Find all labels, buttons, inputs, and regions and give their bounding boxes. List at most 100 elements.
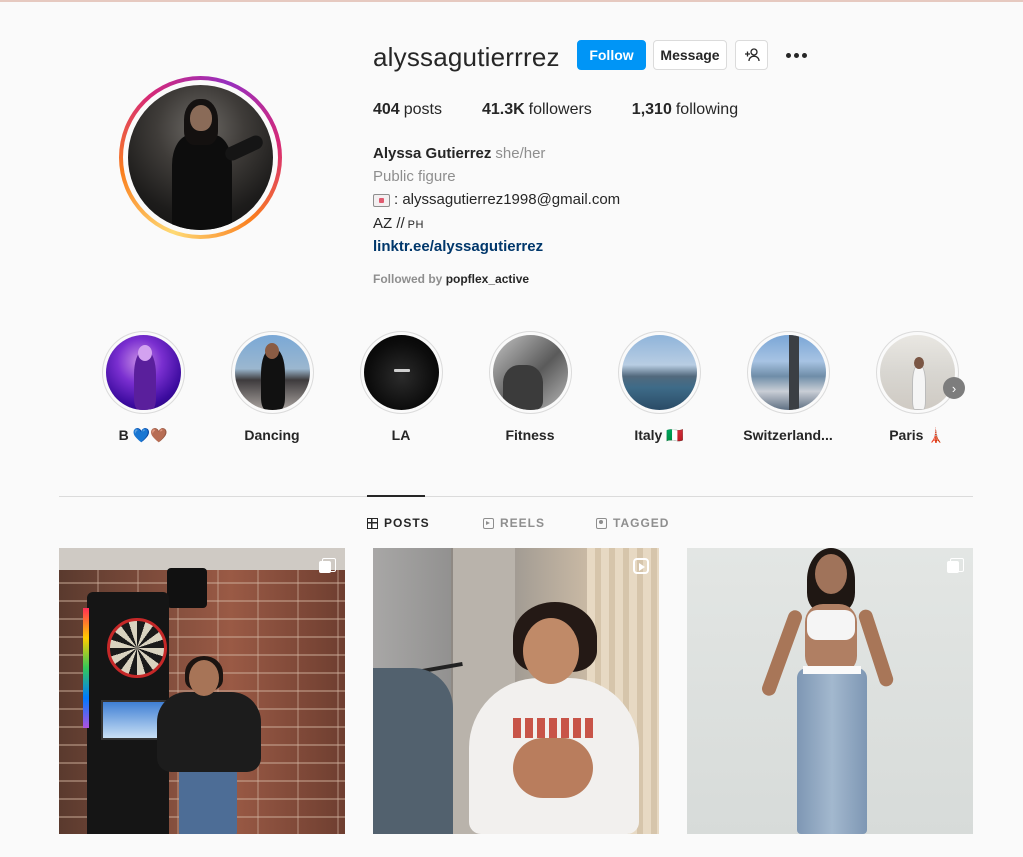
highlight-label: LA <box>391 427 411 443</box>
more-options-button[interactable] <box>781 40 811 70</box>
tab-reels[interactable]: REELS <box>483 516 545 530</box>
highlight-figure <box>502 365 543 410</box>
highlight-label: Fitness <box>505 427 555 443</box>
multiple-photos-icon <box>947 558 964 574</box>
highlight-dancing[interactable]: Dancing <box>217 331 327 443</box>
highlight-figure-head <box>137 345 152 361</box>
highlight-cover <box>750 335 826 410</box>
post-person-head <box>189 660 219 696</box>
tab-posts[interactable]: POSTS <box>367 516 430 530</box>
highlight-figure-head <box>264 343 279 359</box>
highlight-cover <box>492 335 568 410</box>
highlight-label: Paris 🗼 <box>889 427 945 443</box>
highlight-light <box>393 369 410 372</box>
tab-tagged[interactable]: TAGGED <box>596 516 669 530</box>
tagged-icon <box>596 517 607 529</box>
profile-username: alyssagutierrrez <box>373 42 560 72</box>
email-envelope-icon <box>373 193 390 207</box>
highlight-figure-head <box>913 357 924 369</box>
highlight-ring <box>746 331 830 414</box>
highlight-cover <box>234 335 310 410</box>
highlight-la[interactable]: LA <box>346 331 456 443</box>
avatar-photo <box>128 85 273 230</box>
posts-count-value: 404 <box>373 101 400 118</box>
avatar-figure-arm <box>222 133 266 163</box>
highlight-ring <box>230 331 314 414</box>
highlight-switzerland[interactable]: Switzerland... <box>733 331 843 443</box>
add-user-icon <box>744 48 760 62</box>
follow-button[interactable]: Follow <box>577 40 646 70</box>
bio-external-link[interactable]: linktr.ee/alyssagutierrez <box>373 238 543 256</box>
post-thumbnail[interactable] <box>59 548 345 834</box>
reel-icon <box>633 558 649 574</box>
bio-name-line: Alyssa Gutierrez she/her <box>373 145 545 163</box>
more-options-icon <box>785 52 807 58</box>
followed-by-prefix: Followed by <box>373 272 443 286</box>
highlight-cover <box>621 335 697 410</box>
post-ceiling <box>59 548 345 570</box>
highlight-label: Italy 🇮🇹 <box>634 427 684 443</box>
post-person-head <box>815 554 847 594</box>
highlight-cover <box>363 335 439 410</box>
highlight-ring <box>359 331 443 414</box>
bio-pronouns: she/her <box>495 145 546 162</box>
tabs-divider <box>59 496 973 497</box>
bio-email: : alyssagutierrez1998@gmail.com <box>394 191 621 208</box>
avatar-figure-head <box>190 105 212 131</box>
highlight-ring <box>875 331 959 414</box>
highlight-figure <box>911 365 926 410</box>
post-person-jeans <box>797 668 867 834</box>
profile-stats: 404 posts 41.3K followers 1,310 following <box>373 101 778 119</box>
followers-link[interactable]: 41.3K followers <box>482 101 592 119</box>
bio-location-suffix: PH <box>407 219 424 231</box>
followed-by-line[interactable]: Followed by popflex_active <box>373 272 529 286</box>
bio-full-name: Alyssa Gutierrez <box>373 145 492 162</box>
highlight-italy[interactable]: Italy 🇮🇹 <box>604 331 714 444</box>
tab-posts-label: POSTS <box>384 516 430 530</box>
highlights-next-arrow-icon[interactable]: › <box>943 377 965 399</box>
posts-count-label: posts <box>403 101 442 118</box>
tab-reels-label: REELS <box>500 516 546 530</box>
highlight-cover <box>105 335 181 410</box>
highlight-label: B 💙🤎 <box>118 427 168 443</box>
suggest-accounts-button[interactable] <box>735 40 768 70</box>
post-rgb-light <box>83 608 89 728</box>
post-person-jacket <box>157 692 261 772</box>
bio-location: AZ // <box>373 215 405 232</box>
highlight-label: Dancing <box>244 427 300 443</box>
grid-icon <box>367 517 378 529</box>
avatar-story-ring-gap <box>123 80 278 235</box>
post-person <box>153 656 263 834</box>
post-thumbnail[interactable] <box>373 548 659 834</box>
active-tab-indicator <box>367 495 425 497</box>
highlight-fitness[interactable]: Fitness <box>475 331 585 443</box>
following-count-value: 1,310 <box>631 101 672 118</box>
post-person-waistband <box>803 666 861 674</box>
message-button[interactable]: Message <box>653 40 727 70</box>
posts-count: 404 posts <box>373 101 442 119</box>
reels-icon <box>483 517 494 529</box>
highlight-ring <box>488 331 572 414</box>
multiple-photos-icon <box>319 558 336 574</box>
bio-category: Public figure <box>373 168 456 185</box>
window-top-border <box>0 0 1023 2</box>
post-person-face <box>523 618 579 684</box>
followed-by-user: popflex_active <box>445 272 530 286</box>
highlight-b[interactable]: B 💙🤎 <box>88 331 198 444</box>
highlight-cover <box>879 335 955 410</box>
bio-email-line: : alyssagutierrez1998@gmail.com <box>373 191 620 209</box>
post-person-knee <box>513 738 593 798</box>
highlight-window-frame <box>788 335 799 410</box>
post-guitar-player <box>373 668 453 834</box>
post-speaker-box <box>167 568 207 608</box>
post-thumbnail[interactable] <box>687 548 973 834</box>
avatar-figure-body <box>172 135 232 230</box>
post-person-jeans <box>179 764 237 834</box>
profile-avatar[interactable] <box>119 76 282 239</box>
highlight-ring <box>617 331 701 414</box>
post-person-top <box>807 610 855 640</box>
following-label: following <box>675 101 739 118</box>
followers-label: followers <box>528 101 592 118</box>
following-link[interactable]: 1,310 following <box>632 101 738 119</box>
followers-count-value: 41.3K <box>481 101 525 118</box>
